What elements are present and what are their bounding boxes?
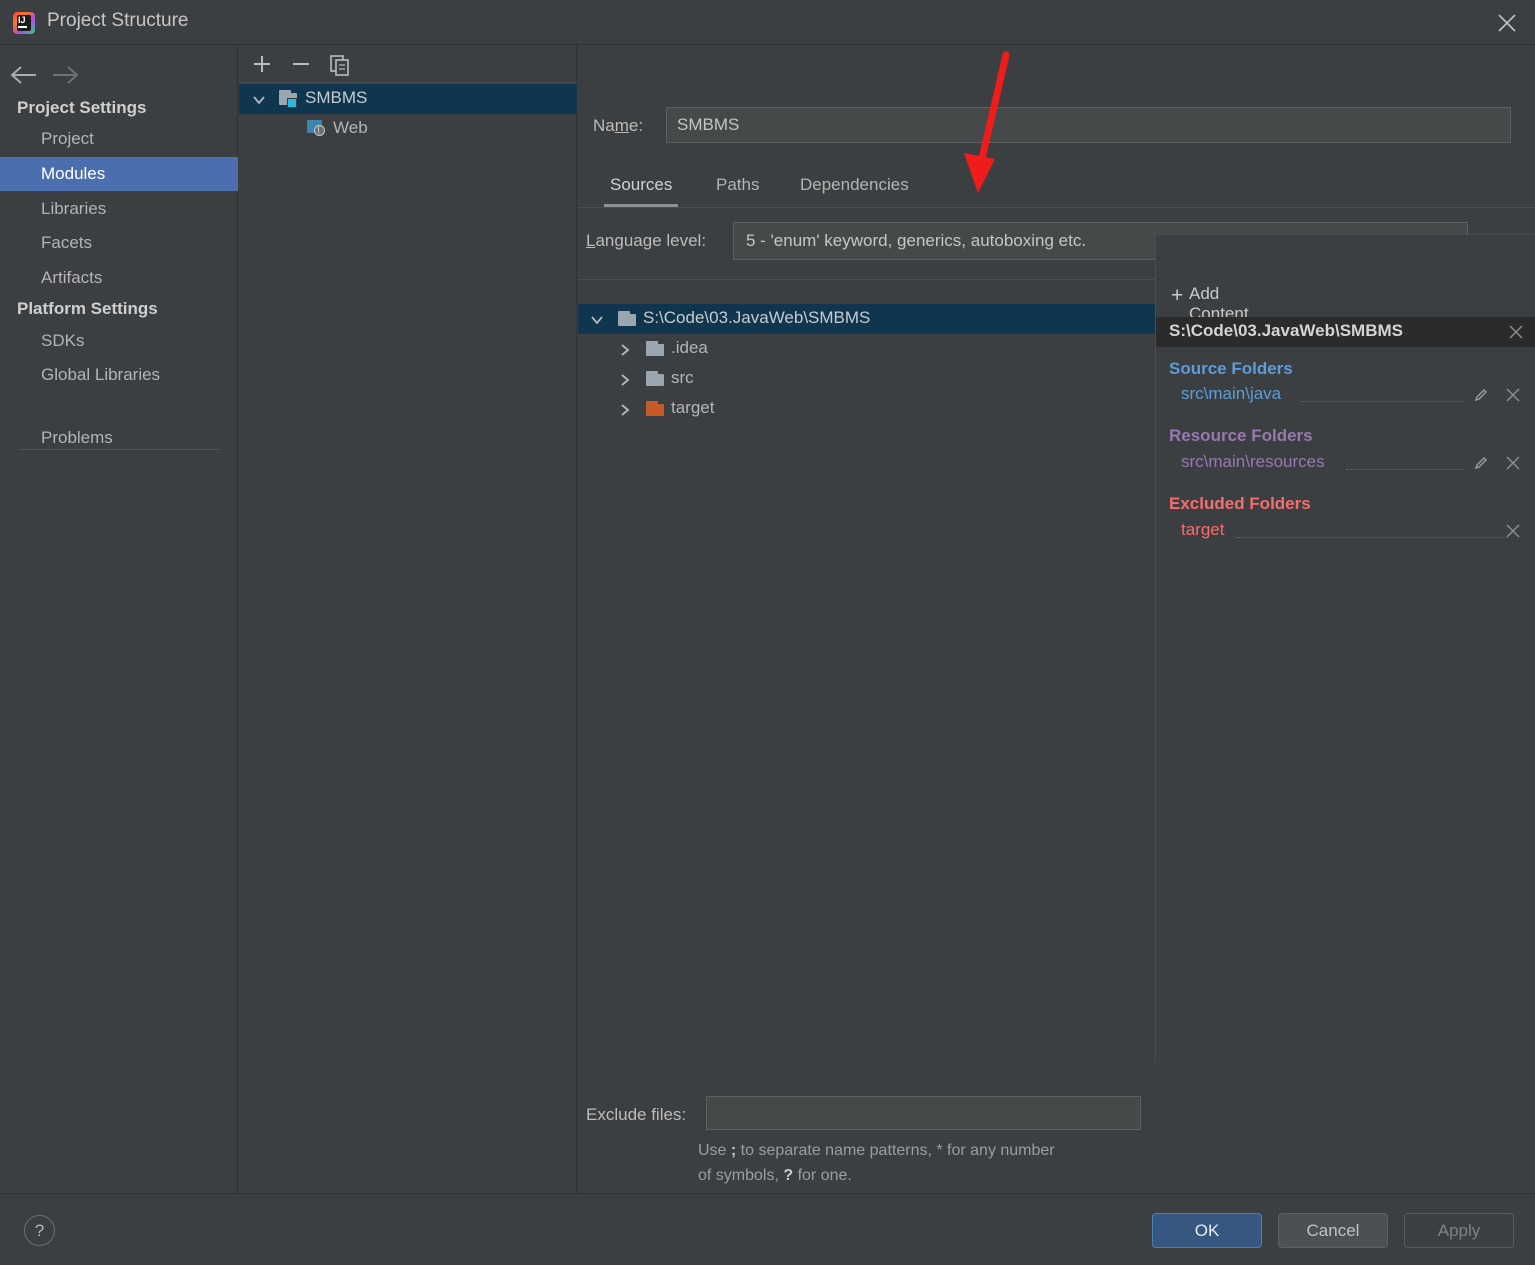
arrow-right-icon: [53, 66, 79, 84]
sidebar-group-project-settings: Project Settings: [17, 98, 147, 117]
chevron-right-icon[interactable]: [618, 372, 632, 392]
pencil-icon: [1474, 457, 1487, 470]
window-title: Project Structure: [47, 10, 189, 31]
chevron-down-icon[interactable]: [252, 92, 266, 112]
content-root-header: S:\Code\03.JavaWeb\SMBMS: [1156, 317, 1535, 347]
close-window-button[interactable]: [1479, 0, 1535, 44]
hint-line-2: of symbols, ? for one.: [698, 1167, 852, 1184]
close-icon: [1498, 14, 1516, 32]
arrow-left-icon: [10, 66, 36, 84]
source-folders-title: Source Folders: [1169, 359, 1293, 378]
intellij-logo-icon: IJ: [13, 12, 35, 34]
modules-panel: SMBMS Web: [239, 45, 577, 1193]
resource-folder-path: src\main\resources: [1181, 452, 1325, 471]
chevron-down-icon[interactable]: [590, 312, 604, 332]
content-roots-panel: + Add Content Root S:\Code\03.JavaWeb\SM…: [1155, 234, 1535, 1062]
ok-button[interactable]: OK: [1152, 1213, 1262, 1248]
copy-module-button[interactable]: [325, 50, 355, 78]
language-level-value: 5 - 'enum' keyword, generics, autoboxing…: [746, 231, 1087, 250]
file-tree-label: target: [671, 398, 715, 417]
module-tree-label: SMBMS: [305, 88, 368, 107]
file-tree-label: .idea: [671, 338, 708, 357]
chevron-right-icon[interactable]: [618, 342, 632, 362]
exclude-files-label: Exclude files:: [586, 1105, 687, 1124]
title-bar: IJ Project Structure: [0, 0, 1535, 45]
sidebar-item-facets[interactable]: Facets: [0, 226, 238, 260]
module-tabs: Sources Paths Dependencies: [578, 168, 1535, 208]
close-icon: [1506, 456, 1520, 470]
hint-line-1: Use ; to separate name patterns, * for a…: [698, 1142, 1055, 1159]
file-tree-row-src[interactable]: src: [578, 364, 1155, 394]
back-button[interactable]: [8, 61, 42, 89]
remove-resource-folder-button[interactable]: [1505, 455, 1521, 476]
excluded-folder-path: target: [1181, 520, 1225, 539]
copy-icon: [330, 55, 349, 76]
exclude-files-input[interactable]: [706, 1096, 1141, 1130]
dialog-footer: ? OK Cancel Apply https://blog.csdn.net/…: [0, 1193, 1535, 1265]
pencil-icon: [1474, 389, 1487, 402]
name-label: Name:: [593, 116, 644, 135]
project-structure-dialog: IJ Project Structure Project Settings Pr…: [0, 0, 1535, 1265]
exclude-files-hint: Use ; to separate name patterns, * for a…: [698, 1138, 1143, 1188]
file-tree-label: S:\Code\03.JavaWeb\SMBMS: [643, 308, 871, 327]
navigation-arrows: [0, 55, 238, 95]
tab-dependencies[interactable]: Dependencies: [794, 168, 915, 207]
close-icon: [1509, 325, 1523, 339]
help-button[interactable]: ?: [24, 1215, 55, 1246]
module-tree-row-web[interactable]: Web: [239, 114, 577, 144]
language-level-label: Language level:: [586, 231, 707, 250]
module-name-input[interactable]: [666, 107, 1511, 143]
edit-source-folder-button[interactable]: [1473, 387, 1489, 408]
tab-paths[interactable]: Paths: [710, 168, 765, 207]
excluded-folder-item[interactable]: target: [1181, 520, 1535, 546]
excluded-folders-title: Excluded Folders: [1169, 494, 1311, 513]
sidebar-item-project[interactable]: Project: [0, 122, 238, 156]
remove-content-root-button[interactable]: [1508, 324, 1524, 345]
settings-sidebar: Project Settings Project Modules Librari…: [0, 45, 238, 1193]
cancel-button[interactable]: Cancel: [1278, 1213, 1388, 1248]
resource-folders-title: Resource Folders: [1169, 426, 1313, 445]
source-folder-path: src\main\java: [1181, 384, 1282, 403]
plus-icon: [254, 56, 270, 72]
module-tree-label: Web: [333, 118, 368, 137]
tab-sources[interactable]: Sources: [604, 168, 679, 207]
sidebar-group-platform-settings: Platform Settings: [17, 299, 158, 318]
sidebar-item-modules[interactable]: Modules: [0, 157, 238, 191]
sidebar-item-sdks[interactable]: SDKs: [0, 324, 238, 358]
minus-icon: [293, 63, 309, 65]
edit-resource-folder-button[interactable]: [1473, 455, 1489, 476]
file-tree-row-content-root[interactable]: S:\Code\03.JavaWeb\SMBMS: [578, 304, 1155, 334]
remove-module-button[interactable]: [286, 50, 316, 78]
source-folder-item[interactable]: src\main\java: [1181, 384, 1535, 410]
remove-excluded-folder-button[interactable]: [1505, 523, 1521, 544]
sidebar-item-global-libraries[interactable]: Global Libraries: [0, 358, 238, 392]
sidebar-item-problems[interactable]: Problems: [0, 421, 238, 455]
content-root-file-tree: S:\Code\03.JavaWeb\SMBMS .idea src targe…: [578, 279, 1155, 1107]
file-tree-row-target[interactable]: target: [578, 394, 1155, 424]
forward-button[interactable]: [47, 61, 81, 89]
file-tree-label: src: [671, 368, 694, 387]
apply-button: Apply: [1404, 1213, 1514, 1248]
module-tree-row-smbms[interactable]: SMBMS: [239, 84, 577, 114]
sidebar-item-artifacts[interactable]: Artifacts: [0, 261, 238, 295]
sidebar-item-libraries[interactable]: Libraries: [0, 192, 238, 226]
file-tree-row-idea[interactable]: .idea: [578, 334, 1155, 364]
content-root-path: S:\Code\03.JavaWeb\SMBMS: [1169, 321, 1403, 340]
logo-text: IJ: [18, 15, 26, 25]
plus-icon: +: [1171, 284, 1184, 307]
modules-toolbar: [239, 45, 577, 83]
resource-folder-item[interactable]: src\main\resources: [1181, 452, 1535, 478]
close-icon: [1506, 524, 1520, 538]
chevron-right-icon[interactable]: [618, 402, 632, 422]
add-module-button[interactable]: [247, 50, 277, 78]
close-icon: [1506, 388, 1520, 402]
remove-source-folder-button[interactable]: [1505, 387, 1521, 408]
